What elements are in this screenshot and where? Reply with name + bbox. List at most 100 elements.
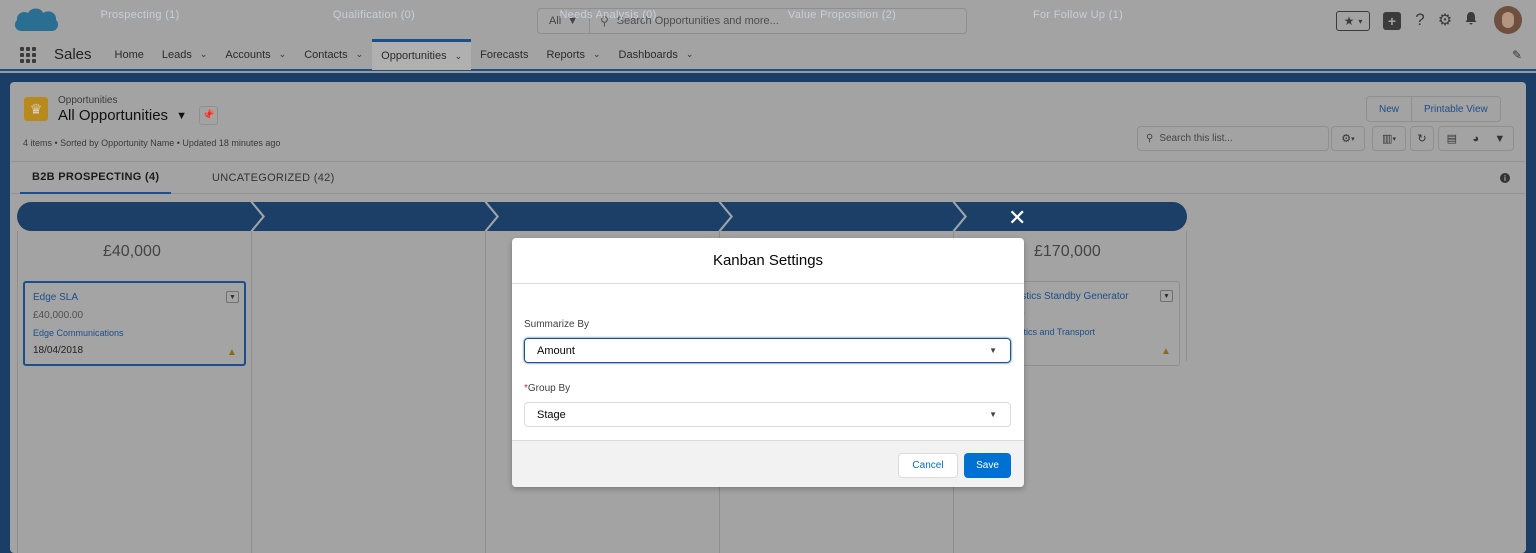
group-by-label-text: Group By <box>527 383 571 394</box>
account-link[interactable]: stics and Transport <box>1019 327 1095 337</box>
favorites-button[interactable]: ★ ▾ <box>1336 11 1370 31</box>
stage-value-proposition[interactable]: Value Proposition (2) <box>733 0 951 29</box>
group-by-select[interactable]: Stage ▼ <box>524 402 1011 427</box>
chevron-down-icon: ▾ <box>1358 16 1363 26</box>
account-link[interactable]: Edge Communications <box>33 328 124 338</box>
display-as-kanban-icon[interactable]: ▥ ▾ <box>1372 126 1406 151</box>
list-meta-info: 4 items • Sorted by Opportunity Name • U… <box>23 138 281 148</box>
kanban-column-prospecting <box>17 231 252 553</box>
nav-item-dashboards[interactable]: Dashboards ⌄ <box>610 39 703 70</box>
tab-b2b-prospecting[interactable]: B2B PROSPECTING (4) <box>20 162 172 194</box>
list-search-input[interactable]: ⚲ Search this list... <box>1137 126 1329 151</box>
column-total-follow-up: £170,000 <box>1034 243 1101 260</box>
kanban-card[interactable]: Edge SLA £40,000.00 Edge Communications … <box>23 281 246 366</box>
opportunity-amount: £40,000.00 <box>33 310 84 321</box>
chevron-down-icon[interactable]: ⌄ <box>200 49 208 60</box>
table-icon[interactable]: ▤ <box>1447 132 1457 145</box>
printable-view-button[interactable]: Printable View <box>1411 97 1500 121</box>
app-navigation: Sales Home Leads ⌄ Accounts ⌄ Contacts ⌄ Op… <box>0 39 1536 71</box>
star-icon: ★ <box>1343 14 1355 28</box>
app-name: Sales <box>54 46 92 63</box>
stage-for-follow-up[interactable]: For Follow Up (1) <box>978 0 1178 29</box>
chevron-down-icon[interactable]: ⌄ <box>593 49 601 60</box>
summarize-by-value: Amount <box>537 344 575 357</box>
modal-body: Summarize By Amount ▼ *Group By Stage ▼ <box>512 285 1024 440</box>
search-icon: ⚲ <box>1146 133 1154 144</box>
nav-item-contacts[interactable]: Contacts ⌄ <box>295 39 372 70</box>
chart-icon[interactable]: ◕ <box>1472 133 1479 145</box>
filter-icon[interactable]: ▼ <box>1494 133 1505 145</box>
nav-item-label: Dashboards <box>618 48 678 61</box>
save-button[interactable]: Save <box>964 453 1011 478</box>
stage-chevron-needs-analysis <box>487 202 731 231</box>
nav-item-accounts[interactable]: Accounts ⌄ <box>216 39 295 70</box>
modal-close-icon[interactable]: ✕ <box>1008 207 1026 229</box>
chevron-down-icon[interactable]: ⌄ <box>455 51 463 62</box>
list-view-selector[interactable]: All Opportunities ▼ 📌 <box>58 106 218 125</box>
stage-prospecting[interactable]: Prospecting (1) <box>31 0 249 29</box>
object-label: Opportunities <box>58 95 118 106</box>
kanban-tabs: B2B PROSPECTING (4) UNCATEGORIZED (42) i <box>10 161 1526 194</box>
stage-qualification[interactable]: Qualification (0) <box>265 0 483 29</box>
warning-icon: ▲ <box>227 347 237 358</box>
list-search-placeholder: Search this list... <box>1159 133 1233 144</box>
stage-chevron-follow-up <box>955 202 1187 231</box>
cancel-button[interactable]: Cancel <box>898 453 958 478</box>
nav-item-forecasts[interactable]: Forecasts <box>471 39 537 70</box>
card-menu-dropdown-icon[interactable]: ▼ <box>1160 290 1173 302</box>
nav-item-home[interactable]: Home <box>106 39 153 70</box>
opportunity-name-link[interactable]: Edge SLA <box>33 292 78 303</box>
info-icon[interactable]: i <box>1500 173 1510 183</box>
opportunity-crown-icon: ♛ <box>24 97 48 121</box>
nav-item-label: Contacts <box>304 48 348 61</box>
warning-icon: ▲ <box>1161 346 1171 357</box>
caret-down-icon: ▼ <box>989 346 997 355</box>
setup-gear-icon[interactable]: ⚙ <box>1436 10 1454 30</box>
page-title: All Opportunities <box>58 107 169 124</box>
group-by-value: Stage <box>537 408 566 421</box>
opportunity-name-link[interactable]: istics Standby Generator <box>1019 291 1129 302</box>
new-button[interactable]: New <box>1367 97 1411 121</box>
caret-down-icon: ▼ <box>989 410 997 419</box>
nav-item-label: Leads <box>161 48 192 61</box>
nav-item-opportunities[interactable]: Opportunities ⌄ <box>372 39 472 70</box>
column-total-prospecting: £40,000 <box>103 243 161 260</box>
stage-needs-analysis[interactable]: Needs Analysis (0) <box>499 0 717 29</box>
list-tools-group: ▤ ◕ ▼ <box>1438 126 1514 151</box>
nav-item-label: Opportunities <box>381 50 447 62</box>
notifications-bell-icon[interactable] <box>1462 11 1480 26</box>
stage-chevron-value-proposition <box>721 202 965 231</box>
global-actions-icon[interactable]: + <box>1383 12 1401 30</box>
kanban-card[interactable]: istics Standby Generator 0 stics and Tra… <box>1010 281 1180 366</box>
nav-item-reports[interactable]: Reports ⌄ <box>537 39 609 70</box>
tab-uncategorized[interactable]: UNCATEGORIZED (42) <box>212 162 335 194</box>
header-button-group: New Printable View <box>1366 96 1501 122</box>
app-launcher-icon[interactable] <box>20 46 36 63</box>
kanban-column-qualification <box>252 231 486 553</box>
stage-chevron-prospecting <box>17 202 263 231</box>
caret-down-icon[interactable]: ▼ <box>176 110 187 122</box>
edit-nav-pencil-icon[interactable]: ✎ <box>1512 48 1522 62</box>
chevron-down-icon[interactable]: ⌄ <box>279 49 287 60</box>
nav-item-label: Accounts <box>225 48 271 61</box>
nav-item-label: Reports <box>546 48 585 61</box>
modal-footer: Cancel Save <box>512 440 1024 487</box>
chevron-down-icon[interactable]: ⌄ <box>686 49 694 60</box>
stage-chevron-qualification <box>253 202 497 231</box>
modal-title: Kanban Settings <box>512 238 1024 284</box>
help-icon[interactable]: ? <box>1411 10 1429 30</box>
refresh-icon[interactable]: ↻ <box>1410 126 1434 151</box>
summarize-by-select[interactable]: Amount ▼ <box>524 338 1011 363</box>
group-by-label: *Group By <box>524 383 570 394</box>
card-menu-dropdown-icon[interactable]: ▼ <box>226 291 239 303</box>
user-avatar[interactable] <box>1494 6 1522 34</box>
list-settings-gear-icon[interactable]: ⚙ ▾ <box>1331 126 1365 151</box>
chevron-down-icon[interactable]: ⌄ <box>356 49 364 60</box>
kanban-settings-modal: Kanban Settings Summarize By Amount ▼ *G… <box>512 238 1024 487</box>
pin-icon[interactable]: 📌 <box>198 106 218 125</box>
summarize-by-label: Summarize By <box>524 319 590 330</box>
nav-item-label: Forecasts <box>480 48 529 61</box>
close-date: 18/04/2018 <box>33 345 84 356</box>
nav-item-label: Home <box>114 48 144 61</box>
nav-item-leads[interactable]: Leads ⌄ <box>153 39 217 70</box>
